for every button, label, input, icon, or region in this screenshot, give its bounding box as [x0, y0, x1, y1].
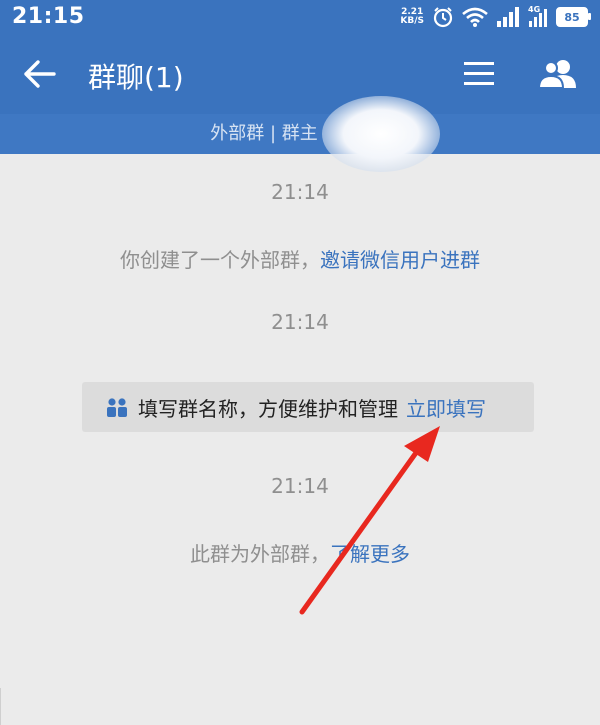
network-type: 4G — [528, 5, 541, 14]
group-name-notice: 填写群名称，方便维护和管理 立即填写 — [82, 382, 534, 432]
status-time: 21:15 — [12, 4, 85, 29]
group-members-icon — [537, 60, 576, 89]
status-bar: 21:15 2.21 KB/S 4G 85 — [0, 0, 600, 34]
menu-icon — [464, 62, 494, 85]
group-info-text: 外部群 | 群主 — [210, 123, 318, 144]
chat-title: 群聊(1) — [88, 61, 184, 94]
timestamp: 21:14 — [271, 474, 329, 498]
group-info-bar: 外部群 | 群主 — [0, 114, 600, 154]
people-icon — [107, 398, 127, 417]
learn-more-link[interactable]: 了解更多 — [330, 542, 410, 566]
invite-wechat-users-link[interactable]: 邀请微信用户进群 — [320, 248, 480, 272]
signal-4g: 4G — [528, 5, 548, 27]
chat-area: 21:14 你创建了一个外部群，邀请微信用户进群 21:14 填写群名称，方便维… — [0, 154, 600, 725]
system-message-text: 你创建了一个外部群， — [120, 248, 320, 272]
wifi-icon — [462, 7, 488, 27]
app-bar: 群聊(1) — [0, 34, 600, 114]
back-arrow-icon — [24, 60, 56, 88]
alarm-icon — [433, 7, 453, 28]
system-message-external: 此群为外部群，了解更多 — [0, 538, 600, 567]
menu-button[interactable] — [462, 58, 496, 90]
system-message-text: 此群为外部群， — [190, 542, 330, 566]
fill-now-link[interactable]: 立即填写 — [406, 393, 486, 422]
network-speed: 2.21 KB/S — [400, 8, 424, 26]
signal-icon — [497, 7, 519, 27]
system-message-created: 你创建了一个外部群，邀请微信用户进群 — [0, 244, 600, 273]
back-button[interactable] — [20, 56, 60, 92]
timestamp: 21:14 — [271, 180, 329, 204]
notice-text: 填写群名称，方便维护和管理 — [138, 396, 398, 421]
group-members-button[interactable] — [536, 56, 582, 92]
edge-divider — [0, 688, 9, 725]
timestamp: 21:14 — [271, 310, 329, 334]
speed-unit: KB/S — [400, 16, 424, 26]
status-icons: 2.21 KB/S 4G 85 — [400, 4, 591, 30]
battery-level: 85 — [564, 10, 580, 24]
battery-icon: 85 — [556, 7, 591, 27]
